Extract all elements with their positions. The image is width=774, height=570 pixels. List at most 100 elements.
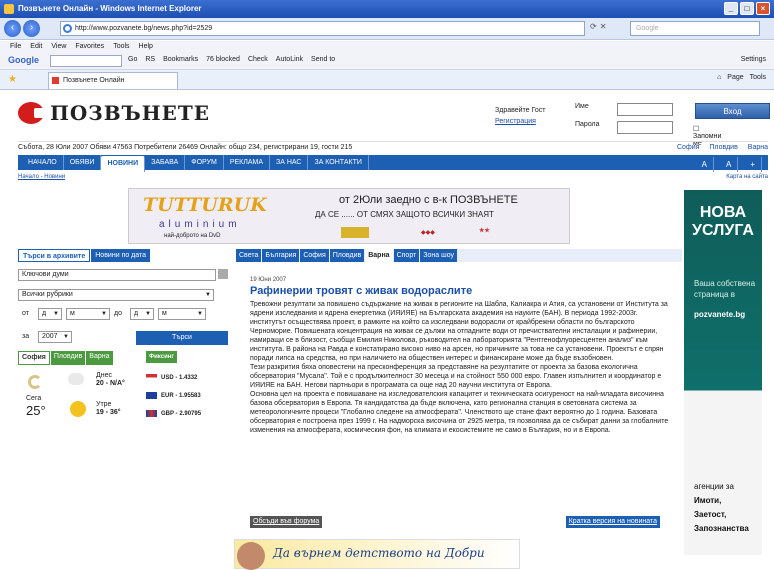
stats-text: Събота, 28 Юли 2007 Обяви 47563 Потребит… [18, 144, 353, 151]
stop-icon[interactable]: ✕ [600, 22, 607, 31]
weather-tab-plovdiv[interactable]: Пловдив [50, 351, 86, 365]
banner-logo-icon [341, 227, 369, 238]
search-button[interactable]: Търси [136, 331, 228, 345]
close-button[interactable]: × [756, 2, 770, 15]
bottom-ad[interactable]: Да върнем детството на Добри [234, 539, 520, 570]
check-button[interactable]: Check [248, 56, 268, 63]
back-button[interactable]: ‹ [4, 20, 21, 37]
send-to-button[interactable]: Send to [311, 56, 335, 63]
page-menu[interactable]: Page [727, 74, 743, 81]
city-link-plovdiv[interactable]: Пловдив [709, 144, 737, 151]
nav-advertising[interactable]: РЕКЛАМА [224, 155, 270, 170]
settings-button[interactable]: Settings [741, 56, 766, 63]
home-icon[interactable]: ⌂ [717, 74, 721, 81]
from-day-select[interactable]: д [38, 308, 62, 320]
year-select[interactable]: 2007 [38, 331, 72, 343]
nav-fun[interactable]: ЗАБАВА [145, 155, 186, 170]
google-go-button[interactable]: Go [128, 56, 137, 63]
nav-home[interactable]: НАЧАЛО [22, 155, 64, 170]
nav-contacts[interactable]: ЗА КОНТАКТИ [308, 155, 369, 170]
font-larger-button[interactable]: A [720, 157, 739, 172]
weather-today-label: Днес [96, 372, 112, 379]
menu-favorites[interactable]: Favorites [75, 41, 104, 53]
password-field[interactable] [617, 121, 673, 134]
username-field[interactable] [617, 103, 673, 116]
from-month-select[interactable]: м [66, 308, 110, 320]
menu-help[interactable]: Help [139, 41, 153, 53]
menu-view[interactable]: View [51, 41, 66, 53]
cloud-icon [68, 373, 84, 385]
tab-bulgaria[interactable]: България [262, 249, 300, 262]
city-link-varna[interactable]: Варна [748, 144, 768, 151]
banner-ad[interactable]: TUTTURUK aluminium най-доброто на DvD от… [128, 188, 570, 244]
category-select[interactable]: Всички рубрики [18, 289, 214, 301]
tab-show[interactable]: Зона шоу [420, 249, 458, 262]
forward-button[interactable]: › [23, 20, 40, 37]
sitemap-link[interactable]: Карта на сайта [726, 174, 768, 180]
tab-sport[interactable]: Спорт [393, 249, 420, 262]
city-tabs: Света България София Пловдив Варна Спорт… [236, 249, 682, 262]
forum-link[interactable]: Обсъди във форума [250, 516, 323, 528]
menu-bar: File Edit View Favorites Tools Help [0, 41, 774, 53]
breadcrumb-link[interactable]: Начало - Новини [18, 174, 65, 180]
tab-news-by-date[interactable]: Новини по дата [91, 249, 151, 262]
nav-news[interactable]: НОВИНИ [101, 156, 146, 172]
menu-file[interactable]: File [10, 41, 21, 53]
from-label: от [22, 310, 29, 317]
banner-slogan: ДА СЕ ...... ОТ СМЯХ ЗАЩОТО ВСИЧКИ ЗНАЯТ [315, 210, 494, 219]
bottom-ad-text: Да върнем детството на Добри [273, 546, 485, 560]
to-label: до [114, 310, 122, 317]
nav-about[interactable]: ЗА НАС [270, 155, 309, 170]
login-button[interactable]: Вход [695, 103, 770, 119]
menu-edit[interactable]: Edit [30, 41, 42, 53]
right-ad-item: Запознанства [694, 524, 749, 533]
currency-row: GBP - 2.90795 [146, 410, 230, 417]
weather-tab-sofia[interactable]: София [18, 351, 50, 365]
currency-code: USD [161, 374, 174, 381]
weather-tab-varna[interactable]: Варна [86, 351, 113, 365]
city-link-sofia[interactable]: София [677, 144, 699, 151]
keywords-field[interactable]: Ключови думи [18, 269, 216, 281]
rss-button[interactable]: RS [145, 56, 155, 63]
phone-logo-icon [18, 102, 48, 124]
weather-now-label: Сега [26, 395, 42, 402]
currency-title: Фиксинг [146, 351, 177, 363]
minimize-button[interactable]: _ [724, 2, 738, 15]
popup-blocked-button[interactable]: 76 blocked [206, 56, 240, 63]
eu-flag-icon [146, 392, 157, 399]
favorites-star-icon[interactable]: ★ [8, 74, 17, 85]
tab-plovdiv[interactable]: Пловдив [329, 249, 365, 262]
maximize-button[interactable]: □ [740, 2, 754, 15]
browser-tab[interactable]: Позвънете Онлайн [48, 72, 178, 89]
tools-menu[interactable]: Tools [750, 74, 766, 81]
tab-varna[interactable]: Варна [365, 249, 393, 262]
welcome-greeting: Здравейте Гост [495, 107, 546, 114]
site-logo[interactable]: ПОЗВЪНЕТЕ [18, 101, 210, 125]
to-month-select[interactable]: м [158, 308, 206, 320]
bookmarks-button[interactable]: Bookmarks [163, 56, 198, 63]
article-paragraph: Тревожни резултати за повишено съдържани… [250, 301, 668, 362]
right-ad[interactable]: НОВА УСЛУГА Ваша собствена страница в po… [684, 190, 762, 555]
google-search-input[interactable] [50, 55, 122, 67]
clear-icon[interactable] [218, 269, 228, 279]
to-day-select[interactable]: д [130, 308, 154, 320]
search-input[interactable]: Google [630, 21, 760, 36]
autolink-button[interactable]: AutoLink [276, 56, 303, 63]
font-plus-button[interactable]: + [744, 157, 762, 172]
tab-sofia[interactable]: София [300, 249, 329, 262]
nav-ads[interactable]: ОБЯВИ [64, 155, 102, 170]
tab-archive-search[interactable]: Търси в архивите [18, 249, 91, 262]
menu-tools[interactable]: Tools [113, 41, 129, 53]
right-ad-bottom: агенции за Имоти, Заетост, Запознанства [694, 480, 749, 536]
stats-bar: Събота, 28 Юли 2007 Обяви 47563 Потребит… [18, 141, 768, 153]
archive-tabs: Търси в архивите Новини по дата [18, 249, 236, 262]
banner-headline: от 2Юли заедно с в-к ПОЗВЪНЕТЕ [339, 194, 518, 206]
refresh-icon[interactable]: ⟳ [590, 22, 597, 31]
nav-forum[interactable]: ФОРУМ [185, 155, 224, 170]
register-link[interactable]: Регистрация [495, 118, 536, 125]
tab-world[interactable]: Света [236, 249, 262, 262]
article-title: Рафинерии тровят с живак водораслите [250, 285, 473, 297]
address-bar[interactable]: http://www.pozvanete.bg/news.php?id=2529 [60, 21, 585, 36]
short-version-link[interactable]: Кратка версия на новината [565, 516, 660, 528]
font-smaller-button[interactable]: A [696, 157, 714, 172]
